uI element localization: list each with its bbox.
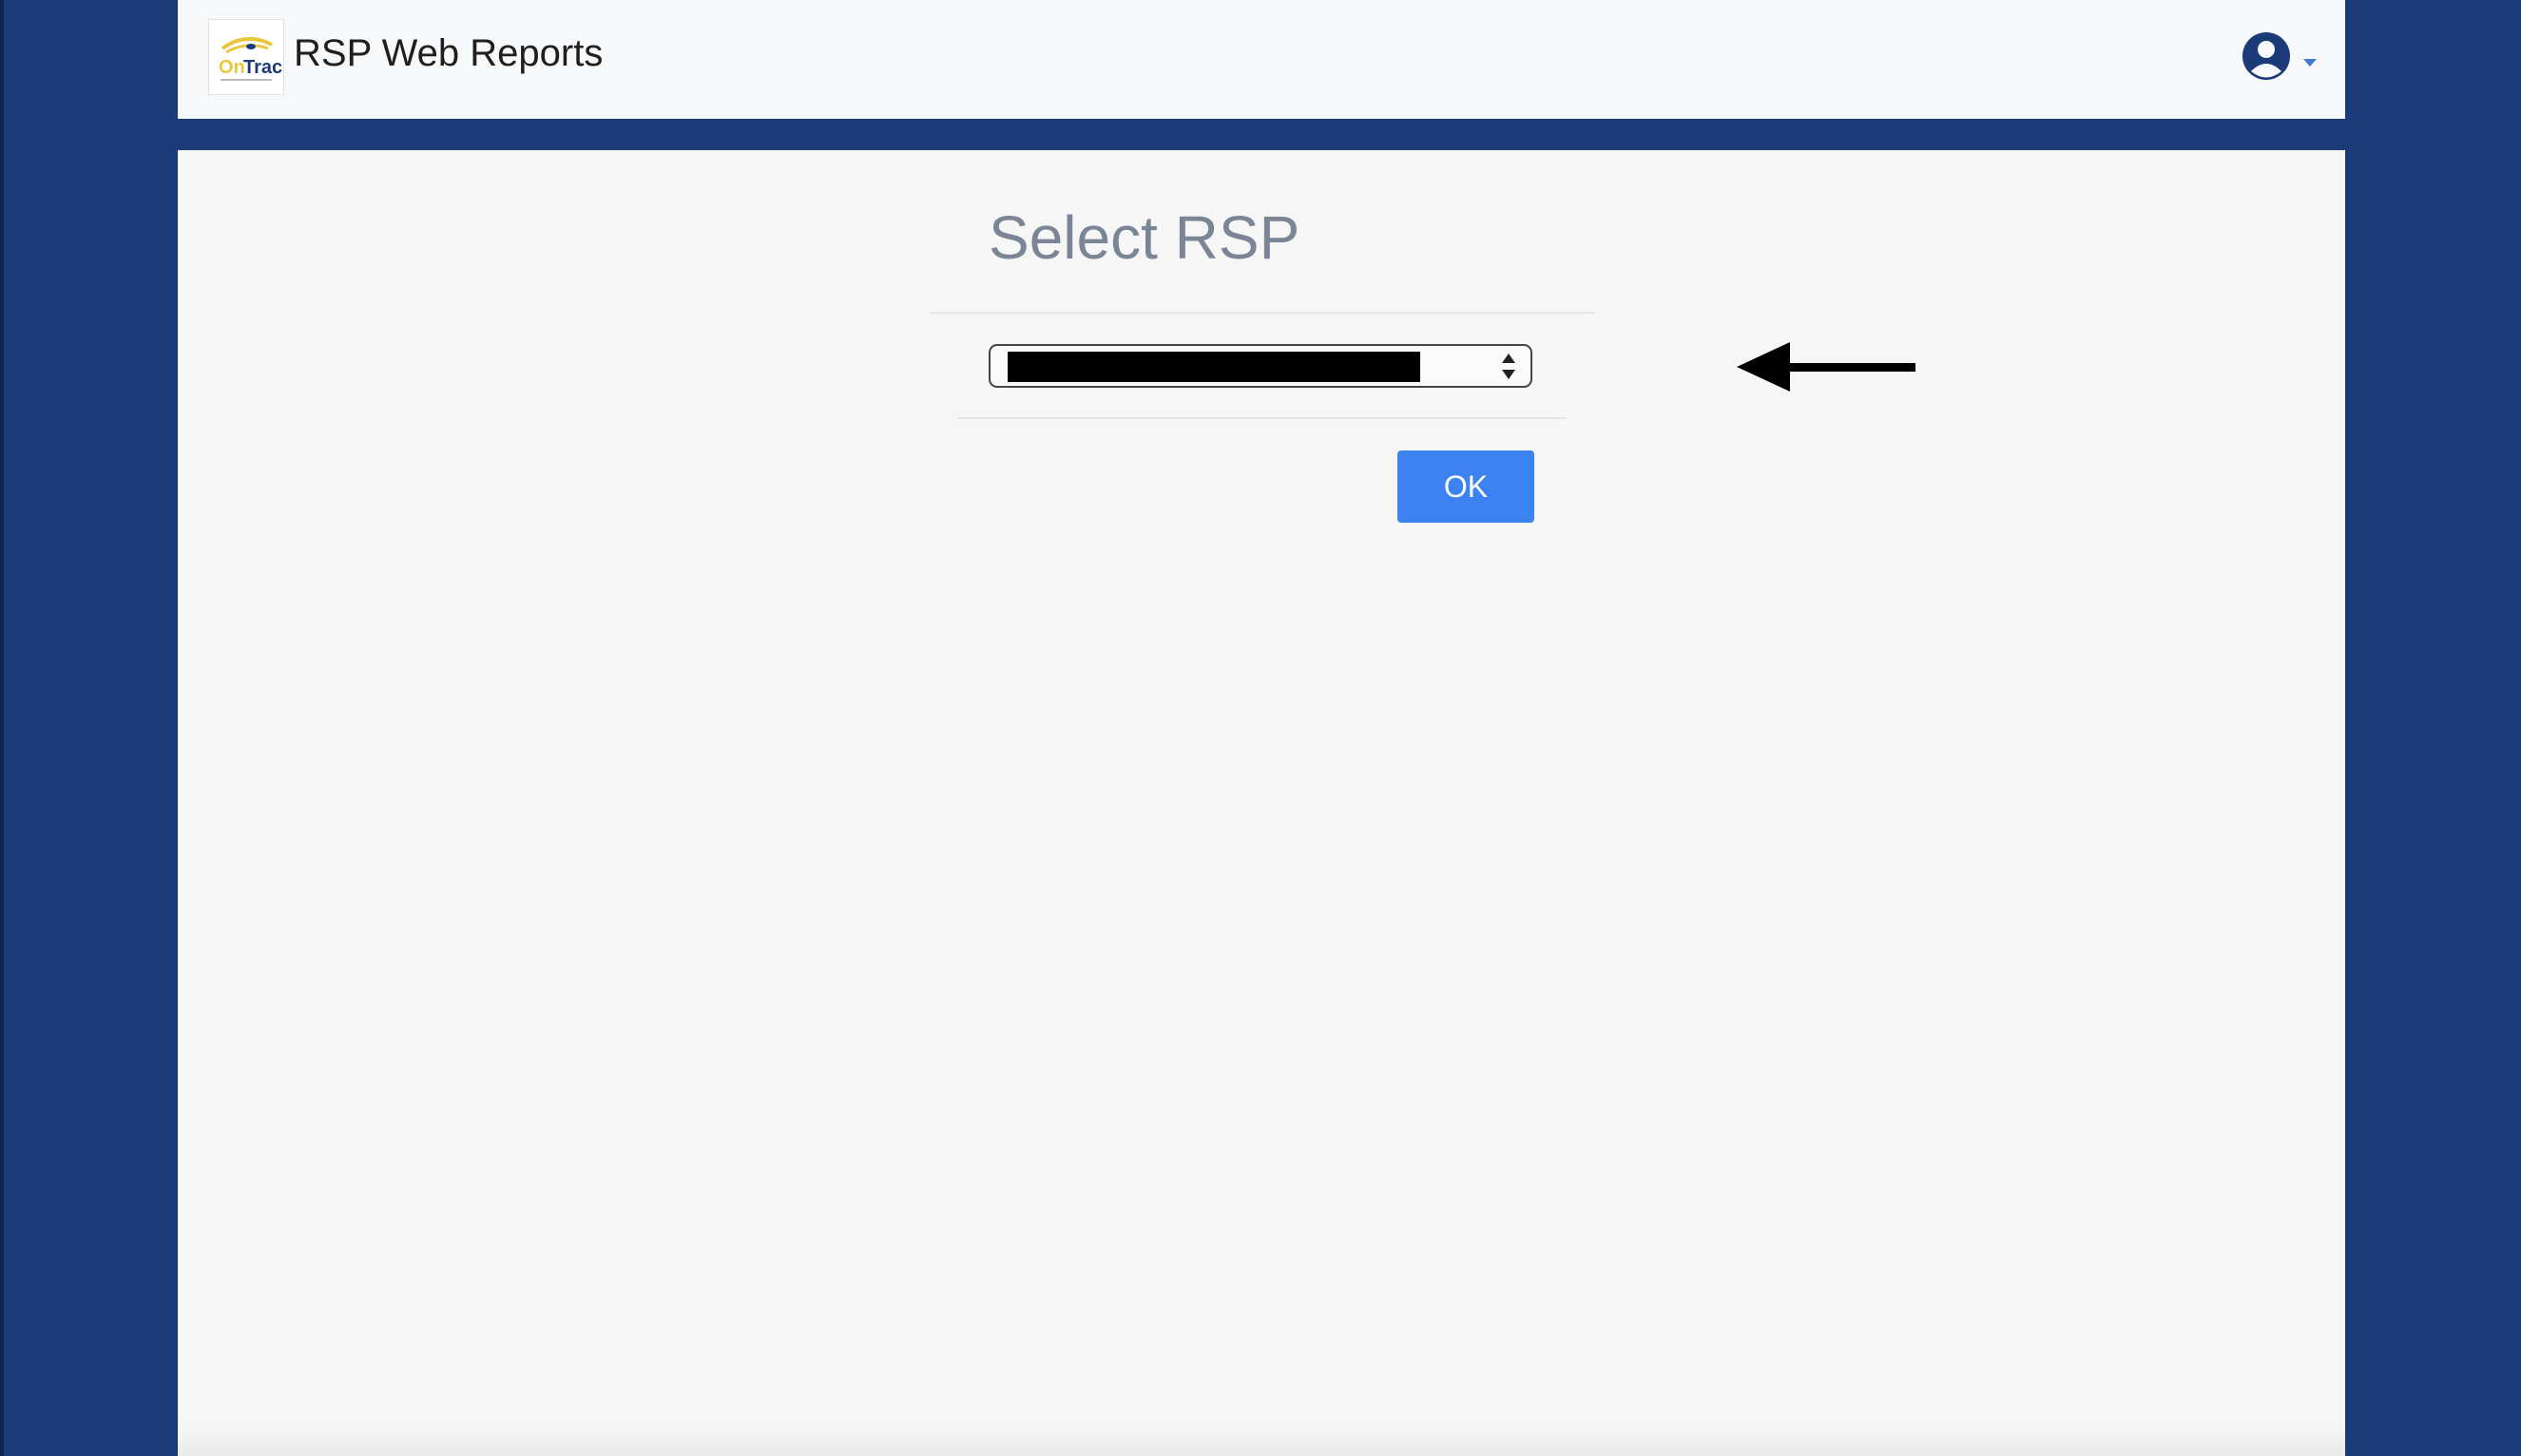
main-content: Select RSP OK xyxy=(178,150,2345,1456)
rsp-select[interactable] xyxy=(989,344,1532,388)
page-title: Select RSP xyxy=(989,203,1300,272)
bottom-shadow xyxy=(178,1427,2345,1456)
ontrac-logo[interactable]: On Trac xyxy=(208,19,284,95)
rsp-selected-value-redacted xyxy=(1008,352,1420,382)
user-circle-icon xyxy=(2242,32,2290,80)
chevron-down-icon xyxy=(2303,59,2317,67)
divider xyxy=(957,417,1566,419)
ontrac-logo-icon: On Trac xyxy=(219,37,282,81)
svg-text:Trac: Trac xyxy=(243,57,282,78)
top-navbar: On Trac RSP Web Reports xyxy=(178,0,2345,119)
divider xyxy=(930,312,1595,314)
window-edge xyxy=(0,0,4,1456)
select-arrows-icon xyxy=(1502,352,1517,382)
ok-button[interactable]: OK xyxy=(1397,450,1534,523)
app-title[interactable]: RSP Web Reports xyxy=(294,29,603,78)
svg-text:On: On xyxy=(219,57,245,78)
annotation-arrow-icon xyxy=(1737,342,1915,392)
user-menu[interactable] xyxy=(2241,30,2317,82)
